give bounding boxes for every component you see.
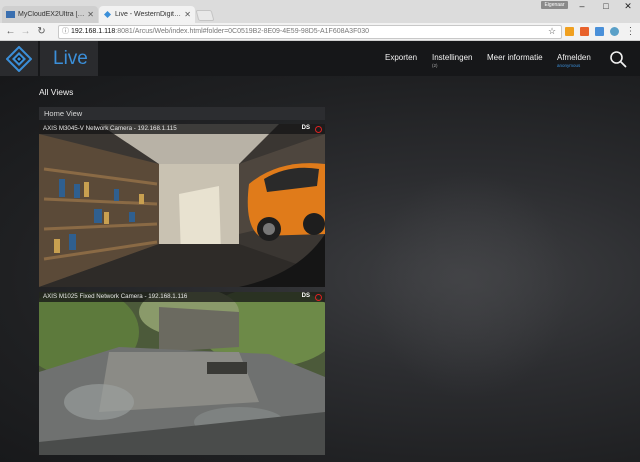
extension-icon[interactable] xyxy=(565,27,574,36)
reload-icon[interactable]: ↻ xyxy=(35,25,48,38)
ds-badge: DS xyxy=(301,293,310,299)
office-extension-icon[interactable] xyxy=(580,27,589,36)
browser-titlebar: MyCloudEX2Ultra [My C ✕ Live - WesternDi… xyxy=(0,0,640,23)
browser-tab-live[interactable]: Live - WesternDigital - A ✕ xyxy=(99,6,195,23)
camera-tile-1[interactable]: AXIS M3045-V Network Camera - 192.168.1.… xyxy=(39,124,325,287)
camera-tile-2[interactable]: AXIS M1025 Fixed Network Camera - 192.16… xyxy=(39,292,325,455)
search-icon[interactable] xyxy=(609,50,627,68)
wd-favicon-icon xyxy=(6,11,15,18)
diamond-favicon-icon xyxy=(104,11,111,18)
nav-logout-label: Afmelden xyxy=(557,53,591,62)
nav-more-info[interactable]: Meer informatie xyxy=(487,53,543,62)
new-tab-button[interactable] xyxy=(195,10,215,21)
app-logo[interactable] xyxy=(0,41,38,76)
url-host: 192.168.1.118 xyxy=(71,28,116,35)
camera-feed-image xyxy=(39,292,325,455)
nav-settings[interactable]: Instellingen (2) xyxy=(432,53,472,68)
nav-export-label: Exporten xyxy=(385,53,418,62)
camera-feed-image xyxy=(39,124,325,287)
user-badge[interactable]: Eigenaar xyxy=(541,1,568,9)
ds-badge: DS xyxy=(301,125,310,131)
nav-more-info-label: Meer informatie xyxy=(487,53,543,62)
section-title: All Views xyxy=(39,87,74,97)
camera-label: AXIS M3045-V Network Camera - 192.168.1.… xyxy=(39,124,325,134)
minimize-button[interactable]: – xyxy=(570,0,594,13)
extension-icon[interactable] xyxy=(595,27,604,36)
forward-arrow-icon[interactable]: → xyxy=(19,25,32,38)
tab-title: MyCloudEX2Ultra [My C xyxy=(18,11,85,18)
record-icon[interactable] xyxy=(315,126,322,133)
tab-title: Live - WesternDigital - A xyxy=(115,11,182,18)
background-decoration xyxy=(370,170,570,400)
close-icon[interactable]: ✕ xyxy=(87,10,94,19)
nav-logout[interactable]: Afmelden anonymous xyxy=(557,53,591,68)
view-header[interactable]: Home View xyxy=(39,107,325,120)
nav-settings-count: (2) xyxy=(432,63,438,68)
menu-icon[interactable]: ⋮ xyxy=(624,25,637,38)
extension-icon[interactable] xyxy=(610,27,619,36)
close-icon[interactable]: ✕ xyxy=(184,10,191,19)
nav-export[interactable]: Exporten xyxy=(385,53,417,62)
camera-label: AXIS M1025 Fixed Network Camera - 192.16… xyxy=(39,292,325,302)
app-header: Live Exporten Instellingen (2) Meer info… xyxy=(0,41,640,76)
nav-logout-user: anonymous xyxy=(557,63,581,68)
bookmark-star-icon[interactable]: ☆ xyxy=(548,26,556,37)
url-field[interactable]: ⓘ 192.168.1.118:8081/Arcus/Web/index.htm… xyxy=(58,25,562,39)
window-close-button[interactable]: ✕ xyxy=(616,0,640,13)
maximize-button[interactable]: □ xyxy=(594,0,618,13)
diamond-logo-icon xyxy=(6,45,32,72)
back-arrow-icon[interactable]: ← xyxy=(4,25,17,38)
page-title: Live xyxy=(40,41,98,76)
browser-toolbar: ← → ↻ ⓘ 192.168.1.118:8081/Arcus/Web/ind… xyxy=(0,23,640,41)
info-icon[interactable]: ⓘ xyxy=(62,26,69,38)
nav-settings-label: Instellingen xyxy=(432,53,473,62)
url-path: :8081/Arcus/Web/index.html#folder=0C0519… xyxy=(115,28,370,35)
record-icon[interactable] xyxy=(315,294,322,301)
browser-tab-mycloud[interactable]: MyCloudEX2Ultra [My C ✕ xyxy=(2,6,98,23)
